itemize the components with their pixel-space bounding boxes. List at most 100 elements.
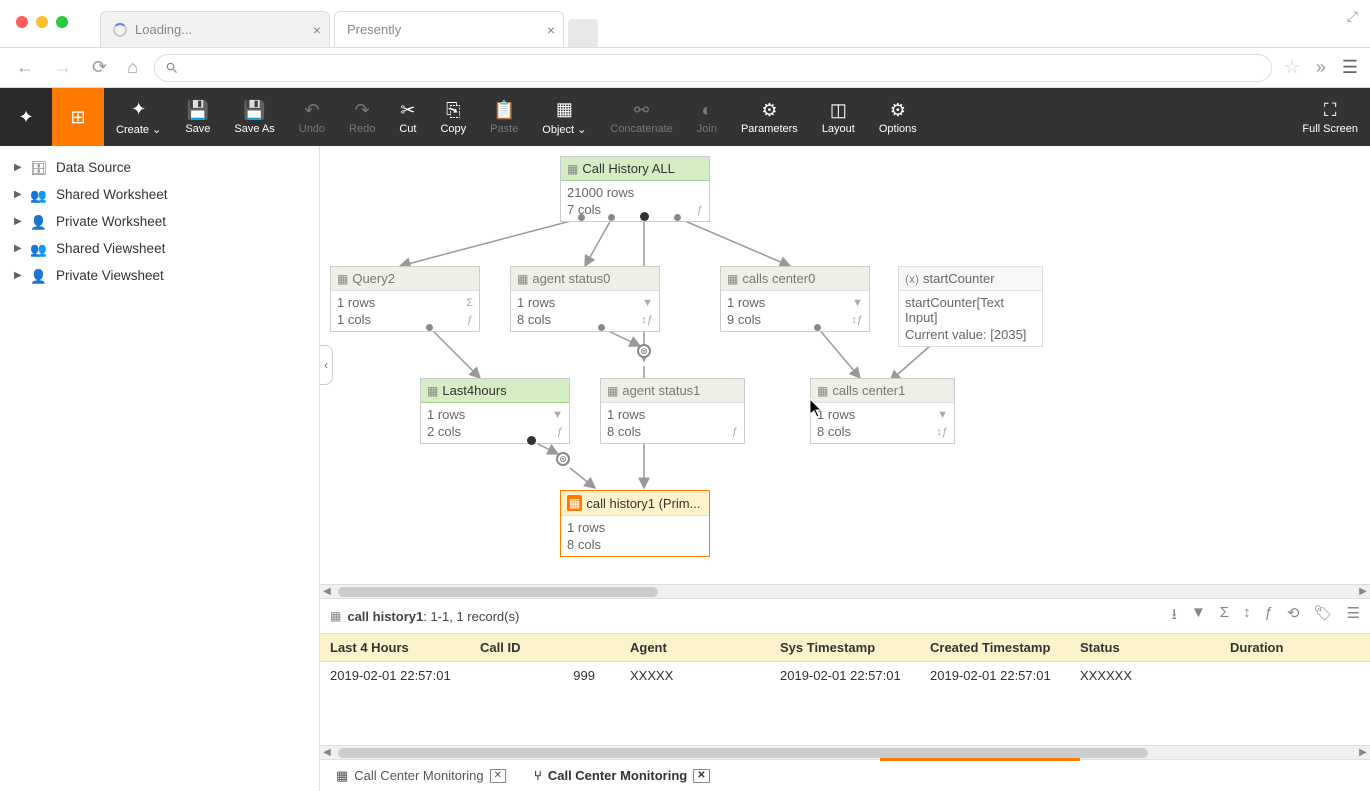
scroll-left-arrow[interactable]: ◀ xyxy=(320,586,334,597)
download-icon[interactable]: ⭳ xyxy=(1172,604,1177,629)
person-icon: 👤 xyxy=(30,215,48,229)
col-header[interactable]: Last 4 Hours xyxy=(320,634,470,661)
collapse-sidebar-handle[interactable]: ‹ xyxy=(320,345,333,385)
node-start-counter[interactable]: (x)startCounter startCounter[Text Input]… xyxy=(898,266,1043,347)
label: Save As xyxy=(234,123,274,135)
node-agent-status1[interactable]: ▦agent status1 1 rows 8 colsƒ xyxy=(600,378,745,444)
grid-row[interactable]: 2019-02-01 22:57:01 999 XXXXX 2019-02-01… xyxy=(320,662,1370,689)
concatenate-button: ⚯Concatenate xyxy=(598,88,684,146)
new-tab-button[interactable] xyxy=(568,19,598,47)
sidebar: ▶🗄Data Source ▶👥Shared Worksheet ▶👤Priva… xyxy=(0,146,320,791)
node-calls-center1[interactable]: ▦calls center1 1 rows▼ 8 cols↕ƒ xyxy=(810,378,955,444)
sort-icon[interactable]: ↕ xyxy=(1243,604,1251,629)
back-button[interactable]: ← xyxy=(12,53,38,82)
fx-icon: ƒ xyxy=(557,426,563,438)
detail-hscroll[interactable]: ◀ ▶ xyxy=(320,745,1370,759)
reload-button[interactable]: ⟳ xyxy=(88,53,111,82)
node-title: calls center1 xyxy=(832,383,905,398)
scroll-left-arrow[interactable]: ◀ xyxy=(320,747,334,758)
address-bar[interactable] xyxy=(154,54,1272,82)
connector-dot[interactable] xyxy=(527,436,536,445)
home-button[interactable]: ⌂ xyxy=(123,53,142,82)
link-icon: ⚯ xyxy=(634,99,649,121)
col-header[interactable]: Duration xyxy=(1220,634,1370,661)
tab-worksheet[interactable]: ⑂ Call Center Monitoring ✕ xyxy=(528,764,716,787)
node-agent-status0[interactable]: ▦agent status0 1 rows▼ 8 cols↕ƒ xyxy=(510,266,660,332)
tree-shared-viewsheet[interactable]: ▶👥Shared Viewsheet xyxy=(0,235,319,262)
connector-dot[interactable] xyxy=(426,324,433,331)
redo-icon: ↷ xyxy=(355,99,370,121)
horizontal-scrollbar[interactable]: ◀ ▶ xyxy=(320,584,1370,598)
parameters-button[interactable]: ⚙Parameters xyxy=(729,88,810,146)
scroll-right-arrow[interactable]: ▶ xyxy=(1356,586,1370,597)
tree-private-viewsheet[interactable]: ▶👤Private Viewsheet xyxy=(0,262,319,289)
col-header[interactable]: Call ID xyxy=(470,634,620,661)
rows-label: 1 rows xyxy=(727,295,765,310)
browser-tab-presently[interactable]: Presently × xyxy=(334,11,564,47)
label: Save xyxy=(185,123,210,135)
connector-dot[interactable] xyxy=(608,214,615,221)
save-as-button[interactable]: 💾Save As xyxy=(222,88,286,146)
table-icon: ▦ xyxy=(427,384,438,398)
hamburger-menu-icon[interactable]: ☰ xyxy=(1342,57,1358,78)
connector-dot[interactable] xyxy=(598,324,605,331)
minimize-window[interactable] xyxy=(36,16,48,28)
col-header[interactable]: Status xyxy=(1070,634,1220,661)
layout-button[interactable]: ◫Layout xyxy=(810,88,867,146)
maximize-window[interactable] xyxy=(56,16,68,28)
bookmark-icon[interactable]: ☆ xyxy=(1284,57,1300,78)
col-header[interactable]: Created Timestamp xyxy=(920,634,1070,661)
fx-icon: ƒ xyxy=(697,204,703,216)
wand-tool[interactable]: ✦ xyxy=(0,88,52,146)
tree-private-worksheet[interactable]: ▶👤Private Worksheet xyxy=(0,208,319,235)
filter-icon[interactable]: ▼ xyxy=(1191,604,1206,629)
node-query2[interactable]: ▦Query2 1 rowsΣ 1 colsƒ xyxy=(330,266,480,332)
scroll-right-arrow[interactable]: ▶ xyxy=(1356,747,1370,758)
close-tab-icon[interactable]: ✕ xyxy=(490,769,506,783)
node-title: Query2 xyxy=(352,271,395,286)
more-icon[interactable]: » xyxy=(1312,53,1330,82)
node-calls-center0[interactable]: ▦calls center0 1 rows▼ 9 cols↕ƒ xyxy=(720,266,870,332)
connector-dot[interactable] xyxy=(578,214,585,221)
rows-label: 21000 rows xyxy=(567,185,634,200)
tree-data-source[interactable]: ▶🗄Data Source xyxy=(0,154,319,181)
browser-tab-loading[interactable]: Loading... × xyxy=(100,11,330,47)
node-call-history1[interactable]: ▦call history1 (Prim... 1 rows 8 cols xyxy=(560,490,710,557)
worksheet-tool[interactable]: ⊞ xyxy=(52,88,104,146)
connector-dot[interactable] xyxy=(640,212,649,221)
col-header[interactable]: Agent xyxy=(620,634,770,661)
close-window[interactable] xyxy=(16,16,28,28)
fullscreen-button[interactable]: ⛶Full Screen xyxy=(1290,88,1370,146)
scroll-thumb[interactable] xyxy=(338,587,658,597)
list-icon[interactable]: ☰ xyxy=(1347,604,1360,629)
tag-icon[interactable]: 🏷 xyxy=(1314,604,1333,629)
create-button[interactable]: ✦Create ⌄ xyxy=(104,88,173,146)
tab-viewsheet[interactable]: ▦ Call Center Monitoring ✕ xyxy=(330,764,512,788)
sigma-icon: Σ xyxy=(466,297,473,309)
detail-suffix: : 1-1, 1 record(s) xyxy=(423,609,519,624)
canvas[interactable]: ‹ ▦ Call History ALL 21000 rows xyxy=(320,146,1370,584)
node-title: startCounter xyxy=(923,271,995,286)
node-last4hours[interactable]: ▦Last4hours 1 rows▼ 2 colsƒ xyxy=(420,378,570,444)
connector-dot[interactable] xyxy=(674,214,681,221)
tab-label: Presently xyxy=(347,22,401,37)
connector-dot[interactable] xyxy=(814,324,821,331)
sigma-icon[interactable]: Σ xyxy=(1220,604,1229,629)
refresh-icon[interactable]: ⟲ xyxy=(1287,604,1300,629)
caret-icon: ▶ xyxy=(14,189,22,200)
options-button[interactable]: ⚙Options xyxy=(867,88,929,146)
node-call-history-all[interactable]: ▦Call History ALL 21000 rows 7 colsƒ xyxy=(560,156,710,222)
expand-icon[interactable]: ⤢ xyxy=(1347,8,1358,25)
fx-icon[interactable]: ƒ xyxy=(1265,604,1273,629)
cut-button[interactable]: ✂Cut xyxy=(387,88,428,146)
scroll-thumb[interactable] xyxy=(338,748,1148,758)
close-tab-icon[interactable]: × xyxy=(313,22,321,38)
close-tab-icon[interactable]: × xyxy=(547,22,555,38)
col-header[interactable]: Sys Timestamp xyxy=(770,634,920,661)
tree-shared-worksheet[interactable]: ▶👥Shared Worksheet xyxy=(0,181,319,208)
close-tab-icon[interactable]: ✕ xyxy=(693,769,709,783)
save-button[interactable]: 💾Save xyxy=(173,88,222,146)
copy-button[interactable]: ⎘Copy xyxy=(428,88,478,146)
node-title: Call History ALL xyxy=(582,161,674,176)
object-button[interactable]: ▦Object ⌄ xyxy=(530,88,598,146)
